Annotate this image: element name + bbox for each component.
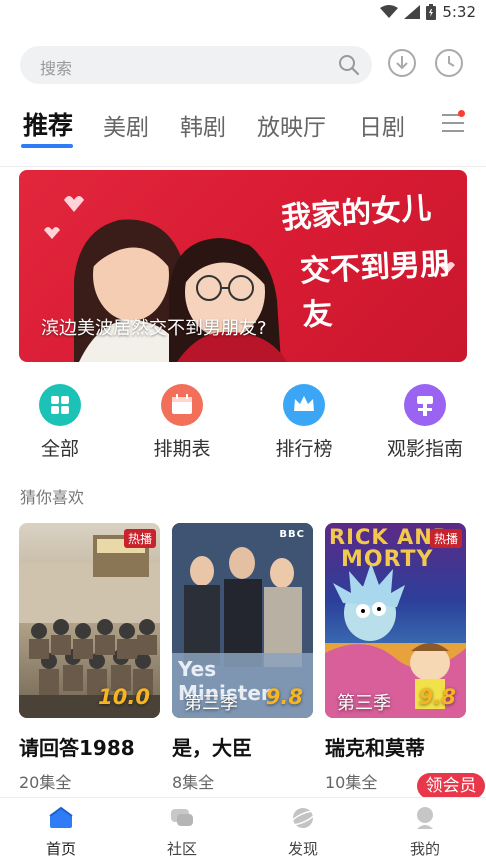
show-episodes: 20集全 xyxy=(19,773,72,792)
entry-ranking-label: 排行榜 xyxy=(275,438,333,460)
banner-caption: 滨边美波居然交不到男朋友? xyxy=(41,318,267,339)
community-icon xyxy=(171,809,193,826)
bbc-logo: BBC xyxy=(279,529,305,540)
grid-icon xyxy=(39,384,81,426)
season-label: 第三季 xyxy=(337,693,391,714)
nav-community[interactable]: 社区 xyxy=(147,806,217,859)
hot-badge: 热播 xyxy=(123,529,156,548)
entry-all[interactable]: 全部 xyxy=(15,384,105,461)
entry-all-label: 全部 xyxy=(40,438,79,460)
entry-guide-label: 观影指南 xyxy=(386,438,463,460)
nav-discover-label: 发现 xyxy=(287,840,318,858)
nav-home-label: 首页 xyxy=(45,840,76,858)
guide-icon xyxy=(404,384,446,426)
show-poster: RICK AND MORTY 热播 第三季 9.8 xyxy=(325,523,466,718)
search-placeholder: 搜索 xyxy=(40,59,73,78)
section-title: 猜你喜欢 xyxy=(20,488,85,507)
status-bar: 5:32 xyxy=(0,0,486,26)
nav-profile-label: 我的 xyxy=(409,840,440,858)
show-card[interactable]: RICK AND MORTY 热播 第三季 9.8 瑞克和莫蒂 10集全 xyxy=(325,523,466,793)
show-title: 瑞克和莫蒂 xyxy=(325,736,425,760)
promo-banner[interactable]: 我家的女儿 交不到男朋友 滨边美波居然交不到男朋友? xyxy=(19,170,467,362)
claim-vip-button[interactable]: 领会员 xyxy=(417,773,485,799)
crown-icon xyxy=(283,384,325,426)
nav-profile[interactable]: 我的 xyxy=(390,806,460,859)
tab-japanese-drama[interactable]: 日剧 xyxy=(359,108,405,142)
show-episodes: 8集全 xyxy=(172,773,215,792)
tab-theater[interactable]: 放映厅 xyxy=(257,108,326,142)
calendar-icon xyxy=(161,384,203,426)
nav-discover[interactable]: 发现 xyxy=(268,806,338,859)
tab-korean-drama[interactable]: 韩剧 xyxy=(180,108,226,142)
search-icon[interactable] xyxy=(338,54,360,76)
rating-score: 10.0 xyxy=(98,685,150,709)
home-icon xyxy=(49,806,73,828)
profile-icon xyxy=(417,807,433,829)
poster-title-bottom: MORTY xyxy=(341,547,434,572)
wifi-icon xyxy=(380,5,399,18)
history-icon[interactable] xyxy=(434,48,464,78)
discover-icon xyxy=(290,808,316,828)
show-card[interactable]: 热播 10.0 请回答1988 20集全 xyxy=(19,523,160,793)
entry-schedule-label: 排期表 xyxy=(153,438,211,460)
show-card[interactable]: BBC Yes Minister 第三季 9.8 是，大臣 8集全 xyxy=(172,523,313,793)
notification-dot xyxy=(458,110,465,117)
category-tabs: 推荐 美剧 韩剧 放映厅 日剧 xyxy=(0,100,486,150)
season-label: 第三季 xyxy=(184,693,238,714)
show-poster: 热播 10.0 xyxy=(19,523,160,718)
entry-guide[interactable]: 观影指南 xyxy=(380,384,470,461)
show-poster: BBC Yes Minister 第三季 9.8 xyxy=(172,523,313,718)
rating-score: 9.8 xyxy=(418,685,456,709)
battery-icon xyxy=(426,4,437,20)
bottom-nav: 首页 社区 发现 我的 xyxy=(0,797,486,864)
entry-ranking[interactable]: 排行榜 xyxy=(259,384,349,461)
rating-score: 9.8 xyxy=(265,685,303,709)
tab-recommend[interactable]: 推荐 xyxy=(23,106,73,142)
divider xyxy=(0,166,486,167)
show-title: 是，大臣 xyxy=(172,736,252,760)
signal-icon xyxy=(404,5,421,19)
hot-badge: 热播 xyxy=(429,529,462,548)
active-tab-indicator xyxy=(21,144,73,148)
tab-us-drama[interactable]: 美剧 xyxy=(103,108,149,142)
nav-home[interactable]: 首页 xyxy=(26,806,96,859)
download-icon[interactable] xyxy=(387,48,417,78)
show-title: 请回答1988 xyxy=(19,736,135,760)
clock: 5:32 xyxy=(442,3,476,21)
nav-community-label: 社区 xyxy=(166,840,197,858)
entry-schedule[interactable]: 排期表 xyxy=(137,384,227,461)
banner-title-line2: 交不到男朋友 xyxy=(299,246,451,334)
search-input[interactable]: 搜索 xyxy=(20,46,372,84)
